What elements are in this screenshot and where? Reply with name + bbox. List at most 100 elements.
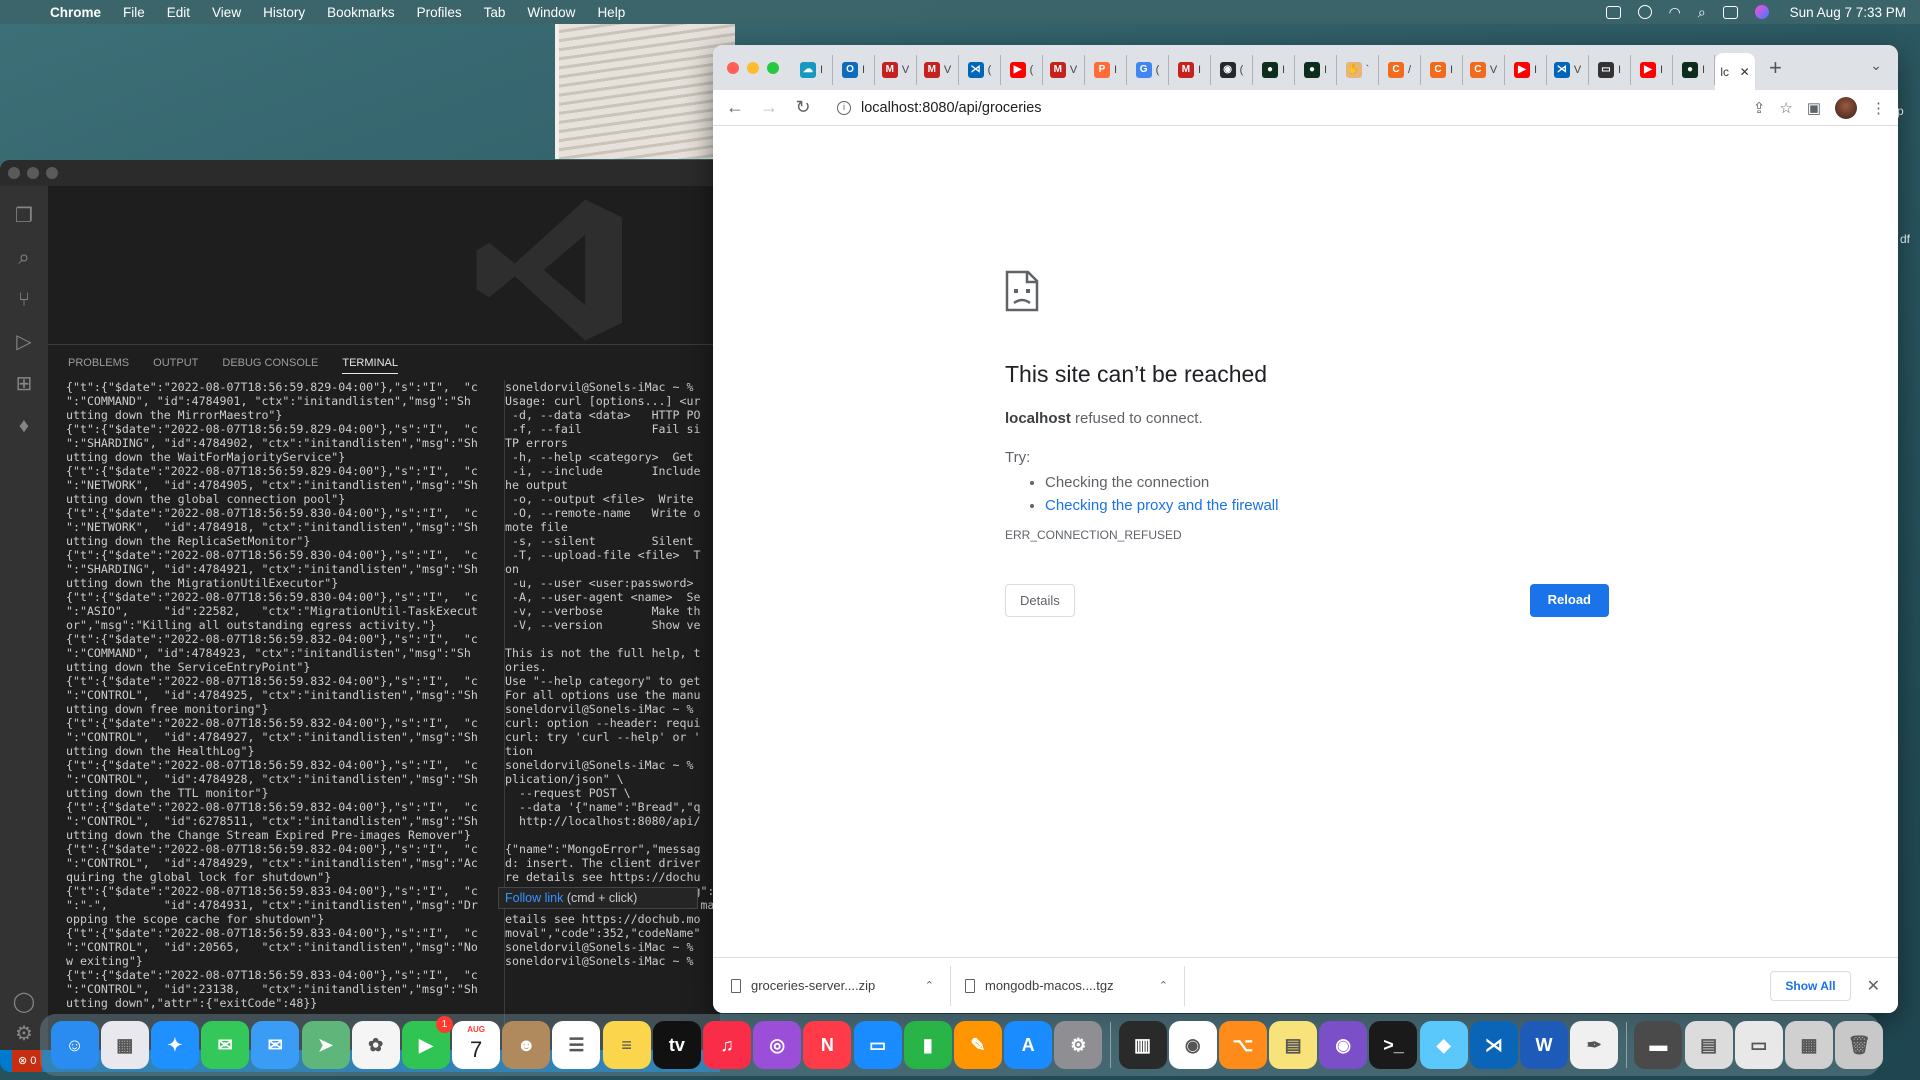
music-icon[interactable]: ♫ (703, 1021, 752, 1069)
play-icon[interactable] (1637, 5, 1652, 19)
profile-avatar[interactable] (1835, 96, 1857, 119)
extensions-icon[interactable]: ⊞ (12, 372, 36, 396)
browser-tab[interactable]: ▶( (1001, 54, 1043, 85)
minimize-window-button[interactable] (747, 61, 759, 74)
menu-tab[interactable]: Tab (484, 5, 506, 20)
download-item[interactable]: mongodb-macos....tgz ⌃ (965, 965, 1185, 1006)
menu-view[interactable]: View (212, 5, 241, 20)
share-icon[interactable]: ⇪ (1753, 99, 1766, 117)
close-tab-icon[interactable]: ✕ (1740, 65, 1750, 79)
browser-tab[interactable]: ▶ I (1631, 54, 1673, 85)
browser-tab[interactable]: PI (1085, 54, 1127, 85)
download-filename[interactable]: groceries-server....zip (751, 978, 915, 993)
tab-problems[interactable]: PROBLEMS (68, 357, 129, 369)
reminders-icon[interactable]: ☰ (552, 1021, 601, 1069)
browser-tab[interactable]: ◉( (1211, 54, 1253, 85)
terminal-icon[interactable]: >_ (1369, 1021, 1418, 1069)
menu-bookmarks[interactable]: Bookmarks (327, 5, 395, 20)
siri-icon[interactable] (1754, 5, 1769, 19)
facetime-icon[interactable]: ▶ 1 (401, 1016, 453, 1069)
manage-gear-icon[interactable]: ⚙ (12, 1022, 36, 1046)
keynote-icon[interactable]: ▭ (853, 1021, 902, 1069)
appstore-icon[interactable]: A (1004, 1021, 1053, 1069)
news-icon[interactable]: N (803, 1021, 852, 1069)
new-tab-button[interactable]: + (1769, 55, 1782, 81)
tab-active[interactable]: lc ✕ (1715, 53, 1755, 90)
search-icon[interactable]: ⌕ (12, 246, 36, 270)
bookmark-star-icon[interactable]: ☆ (1779, 99, 1792, 117)
tab-search-chevron-icon[interactable]: ⌄ (1870, 57, 1882, 74)
reload-page-button[interactable]: Reload (1529, 584, 1609, 617)
apple-menu-icon[interactable] (14, 4, 30, 20)
calendar-icon[interactable]: AUG 7 (452, 1021, 501, 1069)
browser-tab[interactable]: MV (1043, 54, 1085, 85)
tab-debug-console[interactable]: DEBUG CONSOLE (222, 357, 318, 369)
documents-stack-icon[interactable]: ▤ (1684, 1021, 1733, 1069)
system-preferences-icon[interactable]: ⚙ (1054, 1021, 1103, 1069)
pages-icon[interactable]: ✎ (953, 1021, 1002, 1069)
forward-button[interactable]: → (759, 97, 779, 118)
downloads-stack-icon[interactable]: ▬ (1634, 1021, 1683, 1069)
browser-tab[interactable]: CI (1421, 54, 1463, 85)
show-all-downloads-button[interactable]: Show All (1770, 970, 1851, 1001)
chevron-up-icon[interactable]: ⌃ (925, 979, 934, 992)
browser-tab[interactable]: MI (1169, 54, 1211, 85)
download-filename[interactable]: mongodb-macos....tgz (985, 978, 1149, 993)
reload-button[interactable]: ↻ (793, 97, 813, 118)
photos-icon[interactable]: ✿ (351, 1021, 400, 1069)
terminal-pane-left[interactable]: {"t":{"$date":"2022-08-07T18:56:59.829-0… (66, 380, 496, 1050)
wifi-icon[interactable]: ◠ (1669, 4, 1681, 21)
menu-app-name[interactable]: Chrome (50, 5, 101, 20)
menu-edit[interactable]: Edit (167, 5, 190, 20)
screenshot-app-icon[interactable]: ◆ (1419, 1021, 1468, 1069)
account-icon[interactable]: ◯ (12, 990, 36, 1014)
tab-output[interactable]: OUTPUT (153, 357, 198, 369)
run-debug-icon[interactable]: ▷ (12, 330, 36, 354)
browser-tab[interactable]: MV (917, 54, 959, 85)
browser-tab[interactable]: ▭ I (1589, 54, 1631, 85)
zoom-window-button[interactable] (46, 167, 58, 179)
word-icon[interactable]: W (1520, 1021, 1569, 1069)
menu-history[interactable]: History (263, 5, 305, 20)
tab-terminal[interactable]: TERMINAL (342, 357, 398, 374)
browser-tab[interactable]: ▶ I (1505, 54, 1547, 85)
mail-icon[interactable]: ✉ (251, 1021, 300, 1069)
download-item[interactable]: groceries-server....zip ⌃ (731, 965, 951, 1006)
browser-tab[interactable]: G( (1127, 54, 1169, 85)
github-desktop-icon[interactable]: ◉ (1319, 1021, 1368, 1069)
browser-tab[interactable]: ☁ I (791, 54, 833, 85)
close-downloads-bar-icon[interactable]: ✕ (1867, 976, 1880, 996)
more-menu-icon[interactable]: ⋮ (1871, 99, 1886, 117)
notes-icon[interactable]: ≡ (602, 1021, 651, 1069)
safari-icon[interactable]: ✦ (150, 1021, 199, 1069)
browser-tab[interactable]: CV (1463, 54, 1505, 85)
vscode-icon[interactable]: ⋊ (1469, 1021, 1518, 1069)
podcasts-icon[interactable]: ◎ (753, 1021, 802, 1069)
close-window-button[interactable] (727, 61, 739, 74)
browser-tab[interactable]: OI (833, 54, 875, 85)
contacts-icon[interactable]: ☻ (502, 1021, 551, 1069)
messages-icon[interactable]: ✉ (201, 1021, 250, 1069)
browser-tab[interactable]: C / (1379, 54, 1421, 85)
textedit-icon[interactable]: ✒ (1570, 1021, 1619, 1069)
browser-tab[interactable]: MV (875, 54, 917, 85)
minimize-window-button[interactable] (27, 167, 39, 179)
chrome-icon[interactable]: ◉ (1168, 1021, 1217, 1069)
browser-tab[interactable]: ● I (1295, 54, 1337, 85)
menu-window[interactable]: Window (527, 5, 575, 20)
url-text[interactable]: localhost:8080/api/groceries (861, 100, 1042, 116)
zoom-window-button[interactable] (767, 61, 779, 74)
numbers-icon[interactable]: ▮ (903, 1021, 952, 1069)
trash-icon[interactable]: 🗑 (1835, 1021, 1884, 1069)
proxy-firewall-link[interactable]: Checking the proxy and the firewall (1045, 497, 1278, 514)
explorer-icon[interactable]: ❐ (12, 204, 36, 228)
desktop-stack-icon[interactable]: ▭ (1734, 1021, 1783, 1069)
files-stack-icon[interactable]: ▦ (1784, 1021, 1833, 1069)
sourcetree-icon[interactable]: ⌥ (1218, 1021, 1267, 1069)
chevron-up-icon[interactable]: ⌃ (1159, 979, 1168, 992)
follow-link[interactable]: Follow link (505, 891, 563, 905)
spotlight-search-icon[interactable]: ⌕ (1698, 4, 1706, 21)
control-center-icon[interactable] (1722, 5, 1738, 19)
status-errors[interactable]: ⊗ 0 (12, 1050, 43, 1072)
browser-tab[interactable]: ● I (1673, 54, 1715, 85)
